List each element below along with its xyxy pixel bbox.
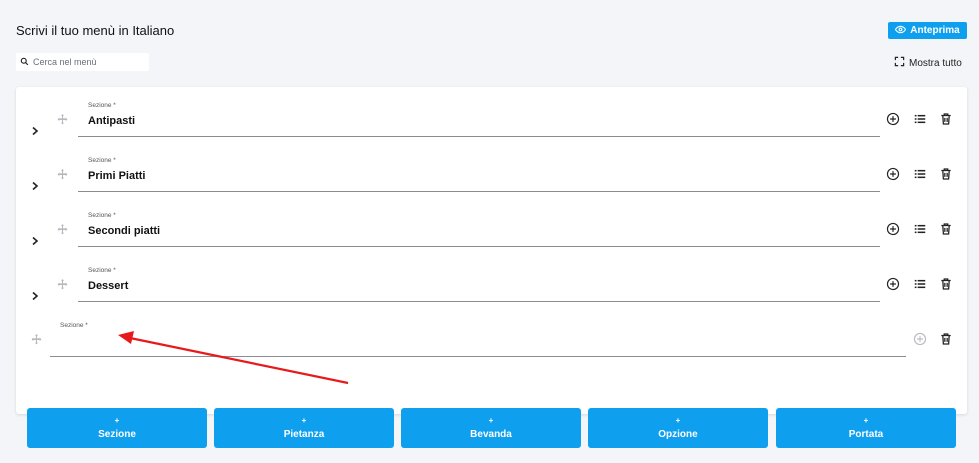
section-row: Sezione * Dessert <box>16 265 967 315</box>
list-icon[interactable] <box>913 167 927 181</box>
expand-all-label: Mostra tutto <box>909 57 962 69</box>
add-dish-button[interactable]: + Pietanza <box>214 408 394 448</box>
section-name-value[interactable]: Antipasti <box>88 115 135 127</box>
button-label: Bevanda <box>470 429 512 440</box>
add-circle-icon[interactable] <box>886 222 900 236</box>
field-label: Sezione * <box>88 157 116 164</box>
drag-handle-icon[interactable] <box>56 113 69 126</box>
new-section-row: Sezione * <box>16 320 967 370</box>
add-option-button[interactable]: + Opzione <box>588 408 768 448</box>
field-label: Sezione * <box>60 322 88 329</box>
button-label: Sezione <box>98 429 136 440</box>
field-underline <box>50 356 906 357</box>
add-circle-icon[interactable] <box>886 112 900 126</box>
section-name-field[interactable]: Sezione * Antipasti <box>78 102 880 137</box>
section-row: Sezione * Antipasti <box>16 100 967 150</box>
sections-card: Sezione * Antipasti Sezione * Primi Piat… <box>16 87 967 414</box>
trash-icon[interactable] <box>939 112 953 126</box>
button-label: Pietanza <box>283 429 325 440</box>
plus-icon: + <box>488 416 494 425</box>
list-icon[interactable] <box>913 112 927 126</box>
section-name-value[interactable]: Primi Piatti <box>88 170 145 182</box>
section-name-field[interactable]: Sezione * Primi Piatti <box>78 157 880 192</box>
section-row: Sezione * Secondi piatti <box>16 210 967 260</box>
button-label: Portata <box>848 429 884 440</box>
field-label: Sezione * <box>88 212 116 219</box>
field-underline <box>78 191 880 192</box>
section-name-field[interactable]: Sezione * Dessert <box>78 267 880 302</box>
drag-handle-icon[interactable] <box>56 168 69 181</box>
plus-icon: + <box>863 416 869 425</box>
field-label: Sezione * <box>88 102 116 109</box>
add-circle-icon[interactable] <box>886 277 900 291</box>
page-title: Scrivi il tuo menù in Italiano <box>16 23 175 38</box>
list-icon[interactable] <box>913 222 927 236</box>
preview-button[interactable]: Anteprima <box>888 22 967 39</box>
add-circle-icon[interactable] <box>886 167 900 181</box>
chevron-right-icon[interactable] <box>30 291 40 301</box>
add-course-button[interactable]: + Portata <box>776 408 956 448</box>
section-name-field[interactable]: Sezione * Secondi piatti <box>78 212 880 247</box>
section-row: Sezione * Primi Piatti <box>16 155 967 205</box>
search-icon <box>20 53 29 71</box>
field-underline <box>78 301 880 302</box>
plus-icon: + <box>301 416 307 425</box>
trash-icon[interactable] <box>939 332 953 346</box>
drag-handle-icon[interactable] <box>56 278 69 291</box>
field-underline <box>78 246 880 247</box>
field-label: Sezione * <box>88 267 116 274</box>
add-drink-button[interactable]: + Bevanda <box>401 408 581 448</box>
drag-handle-icon[interactable] <box>30 333 43 346</box>
button-label: Opzione <box>658 429 698 440</box>
chevron-right-icon[interactable] <box>30 126 40 136</box>
section-name-value[interactable]: Dessert <box>88 280 128 292</box>
drag-handle-icon[interactable] <box>56 223 69 236</box>
search-input[interactable] <box>33 57 143 67</box>
trash-icon[interactable] <box>939 167 953 181</box>
eye-icon <box>895 24 907 38</box>
section-name-value[interactable]: Secondi piatti <box>88 225 160 237</box>
add-buttons-bar: + Sezione + Pietanza + Bevanda + Opzione… <box>27 408 956 448</box>
trash-icon[interactable] <box>939 222 953 236</box>
preview-button-label: Anteprima <box>910 25 960 36</box>
search-box[interactable] <box>16 53 149 71</box>
add-circle-icon[interactable] <box>913 332 927 346</box>
plus-icon: + <box>114 416 120 425</box>
add-section-button[interactable]: + Sezione <box>27 408 207 448</box>
chevron-right-icon[interactable] <box>30 236 40 246</box>
new-section-name-field[interactable]: Sezione * <box>50 322 906 357</box>
expand-all-button[interactable]: Mostra tutto <box>894 56 962 70</box>
trash-icon[interactable] <box>939 277 953 291</box>
field-underline <box>78 136 880 137</box>
expand-icon <box>894 56 905 70</box>
plus-icon: + <box>675 416 681 425</box>
chevron-right-icon[interactable] <box>30 181 40 191</box>
list-icon[interactable] <box>913 277 927 291</box>
